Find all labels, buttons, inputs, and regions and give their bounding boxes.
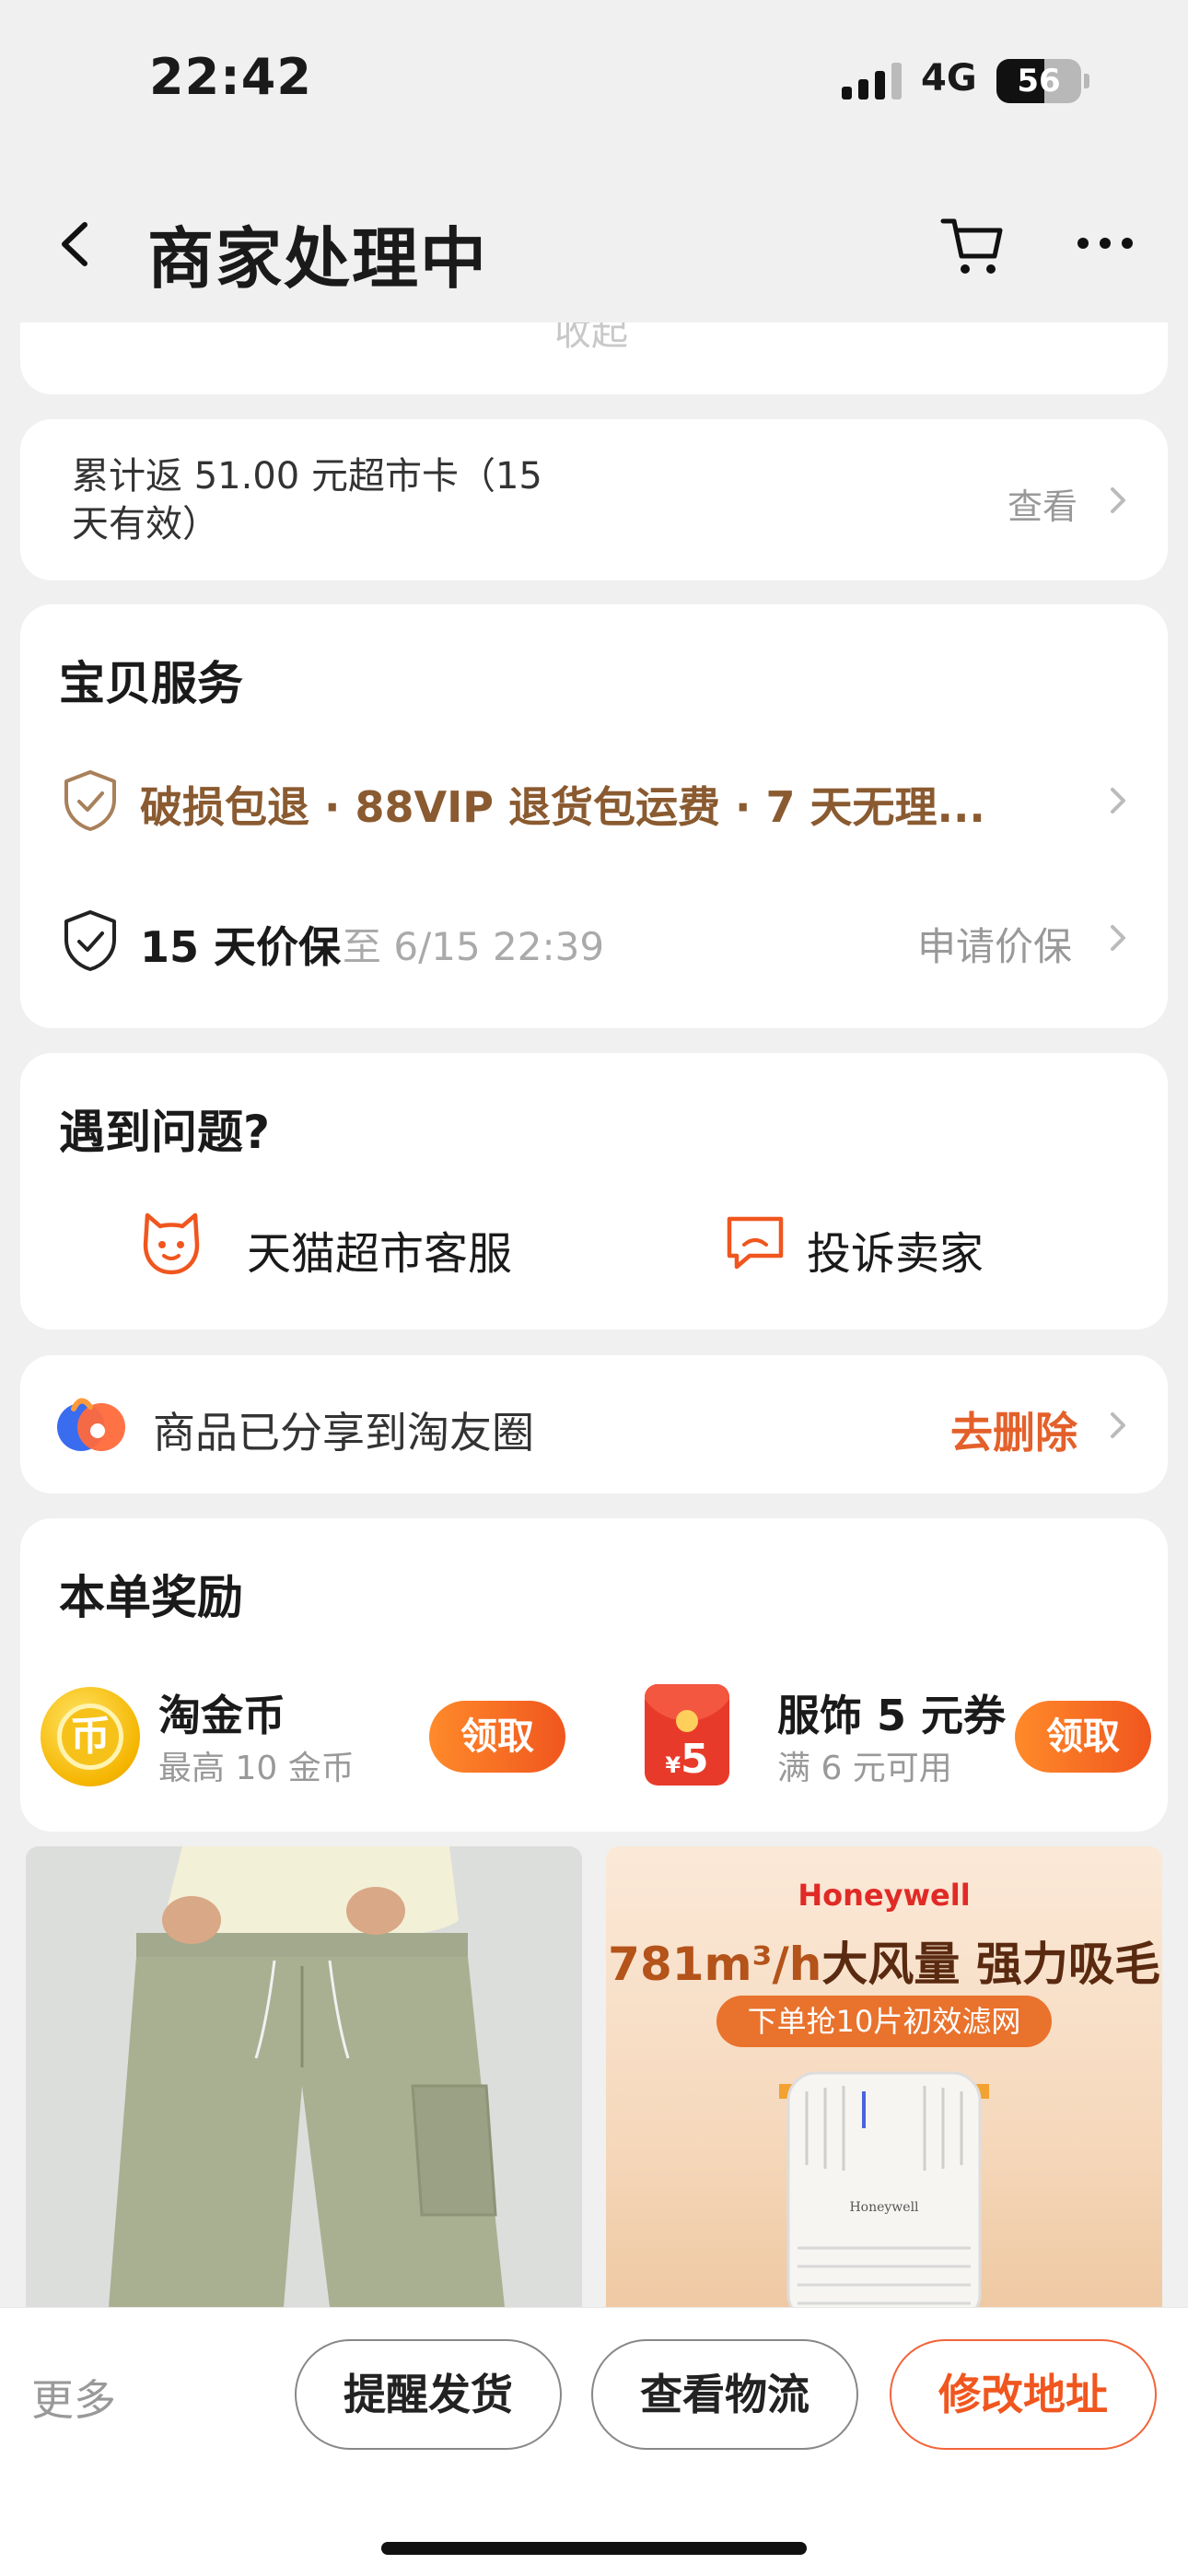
coin-icon: 币 bbox=[41, 1687, 140, 1786]
rewards-card: 本单奖励 币 淘金币 最高 10 金币 领取 ¥5 服饰 5 元券 满 6 元可… bbox=[20, 1518, 1168, 1832]
guarantee-text: 破损包退 · 88VIP 退货包运费 · 7 天无理... bbox=[140, 782, 985, 832]
air-purifier-image: Honeywell bbox=[779, 2071, 989, 2307]
status-bar: 22:42 4G 56 bbox=[0, 0, 1188, 157]
share-text: 商品已分享到淘友圈 bbox=[153, 1408, 534, 1458]
more-link[interactable]: 更多 bbox=[31, 2367, 116, 2428]
pants-image bbox=[26, 1846, 582, 2307]
remind-shipping-button[interactable]: 提醒发货 bbox=[295, 2339, 562, 2450]
price-protect-until: 至 6/15 22:39 bbox=[343, 924, 605, 969]
reward-subtitle: 满 6 元可用 bbox=[777, 1750, 952, 1787]
claim-coin-button[interactable]: 领取 bbox=[429, 1701, 565, 1773]
change-address-button[interactable]: 修改地址 bbox=[890, 2339, 1157, 2450]
customer-service-label: 天猫超市客服 bbox=[247, 1228, 513, 1280]
network-type: 4G bbox=[921, 57, 977, 100]
clipped-text: 收起 bbox=[554, 322, 628, 354]
more-dots-icon bbox=[1077, 238, 1133, 249]
tmall-cat-icon bbox=[143, 1212, 200, 1275]
complaint-bubble-icon bbox=[727, 1216, 784, 1270]
cart-icon bbox=[940, 218, 1003, 274]
clipped-card: 收起 bbox=[20, 322, 1168, 394]
complain-seller-button[interactable]: 投诉卖家 bbox=[722, 1208, 1035, 1282]
nav-bar: 商家处理中 bbox=[0, 157, 1188, 332]
product-card-purifier[interactable]: Honeywell 781m³/h大风量 强力吸毛 下单抢10片初效滤网 Hon… bbox=[606, 1846, 1162, 2307]
product-card-pants[interactable] bbox=[26, 1846, 582, 2307]
back-button[interactable] bbox=[48, 212, 103, 276]
home-indicator bbox=[381, 2542, 807, 2555]
status-time: 22:42 bbox=[149, 48, 312, 106]
reward-subtitle: 最高 10 金币 bbox=[158, 1750, 355, 1787]
reward-coupon: ¥5 服饰 5 元券 满 6 元可用 领取 bbox=[645, 1682, 1160, 1793]
shield-check-icon bbox=[64, 910, 116, 971]
price-protect-label: 15 天价保 bbox=[140, 922, 342, 972]
reward-coin: 币 淘金币 最高 10 金币 领取 bbox=[41, 1682, 575, 1793]
coupon-amount: 5 bbox=[681, 1736, 709, 1783]
page-title: 商家处理中 bbox=[147, 220, 489, 298]
help-title: 遇到问题? bbox=[59, 1106, 271, 1159]
claim-coupon-button[interactable]: 领取 bbox=[1015, 1701, 1151, 1773]
product-slogan-text: 大风量 强力吸毛 bbox=[821, 1938, 1160, 1991]
cashback-text: 累计返 51.00 元超市卡（15 天有效） bbox=[72, 455, 542, 545]
cashback-card[interactable]: 累计返 51.00 元超市卡（15 天有效） 查看 bbox=[20, 419, 1168, 580]
bottom-action-bar: 更多 提醒发货 查看物流 修改地址 bbox=[0, 2307, 1188, 2576]
product-brand: Honeywell bbox=[798, 1878, 971, 1913]
customer-service-button[interactable]: 天猫超市客服 bbox=[138, 1208, 525, 1282]
shield-check-icon bbox=[64, 770, 116, 831]
view-logistics-button[interactable]: 查看物流 bbox=[591, 2339, 858, 2450]
share-card[interactable]: 商品已分享到淘友圈 去删除 bbox=[20, 1355, 1168, 1493]
product-promo-pill: 下单抢10片初效滤网 bbox=[716, 1996, 1052, 2047]
apply-price-protect-link[interactable]: 申请价保 bbox=[917, 916, 1072, 972]
battery-tip bbox=[1084, 74, 1089, 88]
product-slogan: 781m³/h大风量 强力吸毛 bbox=[606, 1927, 1162, 1994]
services-card: 宝贝服务 破损包退 · 88VIP 退货包运费 · 7 天无理... 15 天价… bbox=[20, 604, 1168, 1028]
more-button[interactable] bbox=[1072, 225, 1138, 262]
device-brand: Honeywell bbox=[849, 2200, 919, 2215]
coin-glyph: 币 bbox=[57, 1704, 123, 1770]
chevron-right-icon bbox=[1111, 788, 1125, 814]
signal-icon bbox=[842, 63, 903, 100]
reward-title: 服饰 5 元券 bbox=[777, 1691, 1007, 1740]
battery-icon: 56 bbox=[996, 59, 1081, 103]
chevron-right-icon bbox=[1111, 925, 1125, 951]
services-title: 宝贝服务 bbox=[59, 657, 243, 710]
coupon-currency: ¥ bbox=[665, 1752, 681, 1778]
red-packet-icon: ¥5 bbox=[645, 1684, 729, 1786]
chevron-right-icon bbox=[1111, 487, 1125, 513]
chevron-left-icon bbox=[62, 222, 87, 266]
cart-button[interactable] bbox=[936, 208, 1009, 282]
cashback-view-link[interactable]: 查看 bbox=[1007, 478, 1077, 529]
product-slogan-airflow: 781m³/h bbox=[608, 1938, 822, 1991]
help-card: 遇到问题? 天猫超市客服 投诉卖家 bbox=[20, 1053, 1168, 1329]
delete-share-link[interactable]: 去删除 bbox=[950, 1399, 1077, 1460]
complain-seller-label: 投诉卖家 bbox=[807, 1228, 984, 1280]
reward-title: 淘金币 bbox=[158, 1691, 285, 1740]
taoyou-circle-icon bbox=[57, 1398, 125, 1451]
battery-percent: 56 bbox=[1017, 63, 1061, 100]
rewards-title: 本单奖励 bbox=[59, 1571, 243, 1624]
chevron-right-icon bbox=[1111, 1412, 1125, 1438]
